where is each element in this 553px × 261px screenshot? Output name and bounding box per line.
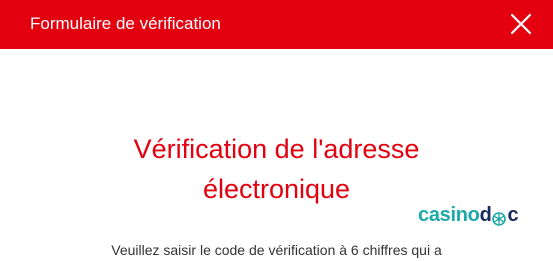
logo-text-d: d	[479, 204, 492, 226]
logo-text-casino: casino	[418, 204, 480, 226]
heading-line-1: Vérification de l'adresse	[133, 134, 420, 164]
logo-text-c: c	[507, 204, 519, 226]
snowflake-icon	[492, 208, 507, 226]
page-heading: Vérification de l'adresse électronique	[0, 129, 553, 209]
close-button[interactable]	[509, 12, 533, 36]
casinodoc-logo: casino d c	[418, 203, 519, 227]
modal-header: Formulaire de vérification	[0, 0, 553, 49]
close-icon	[510, 13, 532, 35]
modal-title: Formulaire de vérification	[30, 14, 221, 33]
instructions-text: Veuillez saisir le code de vérification …	[111, 242, 442, 258]
